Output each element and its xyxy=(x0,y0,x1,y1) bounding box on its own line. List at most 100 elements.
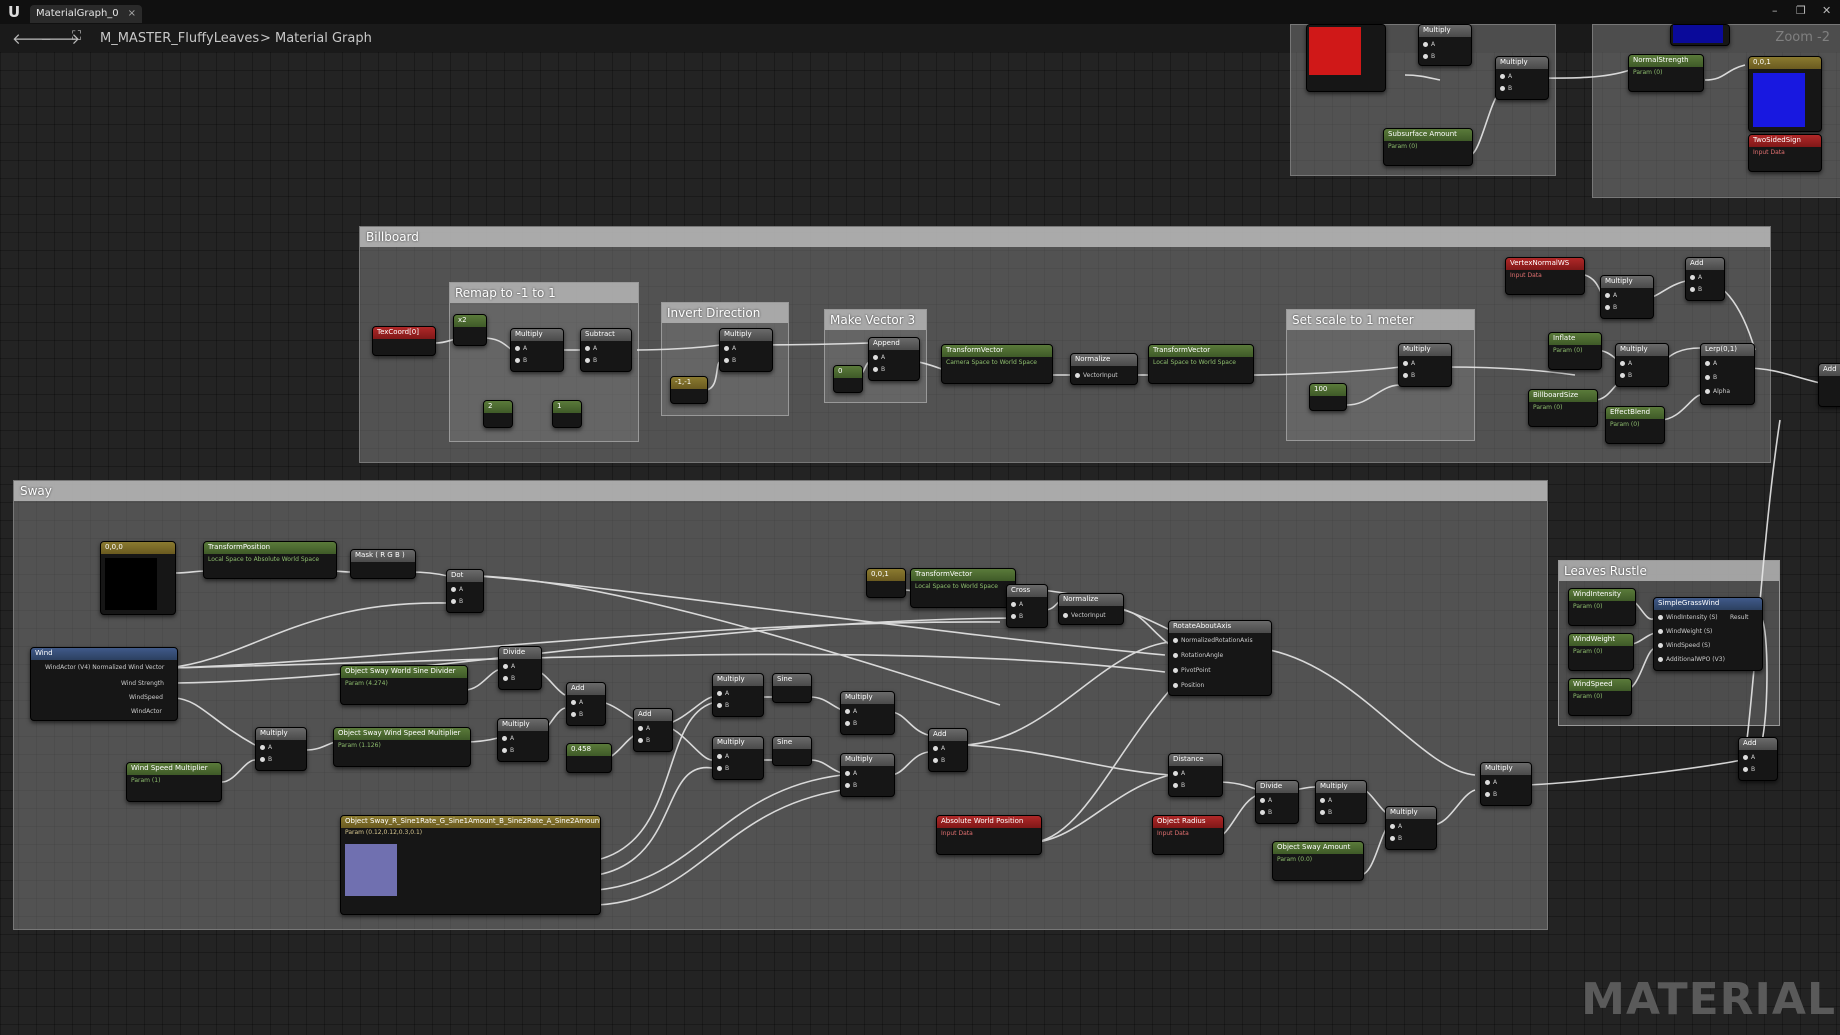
pin-a[interactable]: A xyxy=(1485,779,1497,786)
node-const-2[interactable]: 2 xyxy=(483,400,513,428)
pin-a[interactable]: A xyxy=(1173,770,1185,777)
tab-material-graph[interactable]: MaterialGraph_0 × xyxy=(30,5,142,23)
pin-b[interactable]: B xyxy=(845,720,857,727)
pin-b[interactable]: B xyxy=(515,357,527,364)
node-wind-speed[interactable]: WindSpeed Param (0) xyxy=(1568,678,1632,716)
pin-b[interactable]: B xyxy=(1605,304,1617,311)
pin-b[interactable]: B xyxy=(1011,613,1023,620)
pin-a[interactable]: A xyxy=(1690,274,1702,281)
node-const-vec001[interactable]: 0,0,1 xyxy=(866,568,906,598)
node-inflate[interactable]: Inflate Param (0) xyxy=(1548,332,1602,370)
node-multiply-s2[interactable]: Multiply A B xyxy=(712,736,764,780)
node-sway-amount[interactable]: Object Sway Amount Param (0.0) xyxy=(1272,841,1364,881)
pin-a[interactable]: A xyxy=(873,354,885,361)
pin-b[interactable]: B xyxy=(845,782,857,789)
node-texcoord[interactable]: TexCoord[0] xyxy=(372,326,436,356)
node-normalize[interactable]: Normalize VectorInput xyxy=(1070,353,1138,385)
node-rotate-about-axis[interactable]: RotateAboutAxis NormalizedRotationAxis R… xyxy=(1168,620,1272,696)
breadcrumb-asset[interactable]: M_MASTER_FluffyLeaves xyxy=(100,31,259,46)
pin-a[interactable]: A xyxy=(717,690,729,697)
node-wind[interactable]: Wind WindActor (V4) Normalized Wind Vect… xyxy=(30,647,178,721)
node-multiply-r1[interactable]: Multiply A B xyxy=(1315,780,1367,824)
pin-b[interactable]: B xyxy=(503,675,515,682)
node-const-vec001-top[interactable]: 0,0,1 xyxy=(1748,56,1822,132)
pin-alpha[interactable]: Alpha xyxy=(1705,388,1730,395)
node-cross[interactable]: Cross A B xyxy=(1006,584,1048,628)
node-subtract[interactable]: Subtract A B xyxy=(580,328,632,372)
node-const-0458[interactable]: 0.458 xyxy=(566,743,612,773)
node-append[interactable]: Append A B xyxy=(868,337,920,381)
node-simple-grass-wind[interactable]: SimpleGrassWind WindIntensity (S) Result… xyxy=(1653,597,1763,671)
pin-b[interactable]: B xyxy=(1705,374,1717,381)
pin-a[interactable]: A xyxy=(260,744,272,751)
node-sine-divider[interactable]: Object Sway World Sine Divider Param (4.… xyxy=(340,665,468,705)
node-transform-position[interactable]: TransformPosition Local Space to Absolut… xyxy=(203,541,337,579)
node-abs-world-pos[interactable]: Absolute World Position Input Data xyxy=(936,815,1042,855)
node-divide-2[interactable]: Divide A B xyxy=(1255,780,1299,824)
node-multiply-inflate[interactable]: Multiply A B xyxy=(1615,343,1669,387)
pin-a[interactable]: A xyxy=(1423,41,1435,48)
node-add-normal[interactable]: Add A B xyxy=(1685,257,1725,301)
pin-a[interactable]: A xyxy=(571,699,583,706)
pin-a[interactable]: A xyxy=(1260,797,1272,804)
pin-b[interactable]: B xyxy=(502,747,514,754)
node-multiply-speed[interactable]: Multiply A B xyxy=(497,718,549,762)
node-multiply[interactable]: Multiply A B xyxy=(510,328,564,372)
node-subsurface[interactable]: Subsurface Amount Param (0) xyxy=(1383,128,1473,166)
node-distance[interactable]: Distance A B xyxy=(1168,753,1223,797)
node-divide[interactable]: Divide A B xyxy=(498,646,542,690)
node-add-3[interactable]: Add A B xyxy=(928,728,968,772)
node-add-2[interactable]: Add A B xyxy=(633,708,673,752)
node-red-vector[interactable] xyxy=(1306,24,1386,92)
node-wind-speed-mult[interactable]: Object Sway Wind Speed Multiplier Param … xyxy=(333,727,471,767)
pin-b[interactable]: B xyxy=(638,737,650,744)
pin-a[interactable]: A xyxy=(638,725,650,732)
pin-windactor[interactable]: WindActor xyxy=(131,708,162,715)
pin-b[interactable]: B xyxy=(451,598,463,605)
pin-b[interactable]: B xyxy=(717,702,729,709)
pin-b[interactable]: B xyxy=(1423,53,1435,60)
pin-rotation-angle[interactable]: RotationAngle xyxy=(1173,652,1223,659)
node-multiply-invert[interactable]: Multiply A B xyxy=(719,328,773,372)
node-vertex-normal[interactable]: VertexNormalWS Input Data xyxy=(1505,257,1585,295)
node-effect-blend[interactable]: EffectBlend Param (0) xyxy=(1605,406,1665,444)
node-speed-multiplier[interactable]: Wind Speed Multiplier Param (1) xyxy=(126,762,222,802)
node-wind-weight[interactable]: WindWeight Param (0) xyxy=(1568,633,1634,671)
pin-rotation-axis[interactable]: NormalizedRotationAxis xyxy=(1173,637,1253,644)
pin-position[interactable]: Position xyxy=(1173,682,1204,689)
node-mask[interactable]: Mask ( R G B ) xyxy=(350,549,416,579)
node-billboard-size[interactable]: BillboardSize Param (0) xyxy=(1528,389,1598,427)
pin-b[interactable]: B xyxy=(1260,809,1272,816)
node-transform-vector-sway[interactable]: TransformVector Local Space to World Spa… xyxy=(910,568,1016,608)
minimize-button[interactable]: – xyxy=(1772,4,1778,17)
pin-a[interactable]: A xyxy=(451,586,463,593)
pin-a[interactable]: A xyxy=(1390,823,1402,830)
node-multiply-scale[interactable]: Multiply A B xyxy=(1398,343,1452,387)
pin-b[interactable]: B xyxy=(585,357,597,364)
pin-additionalwpo[interactable]: AdditionalWPO (V3) xyxy=(1658,656,1725,663)
pin-b[interactable]: B xyxy=(1390,835,1402,842)
pin-b[interactable]: B xyxy=(1620,372,1632,379)
pin-a[interactable]: A xyxy=(585,345,597,352)
node-multiply-s3[interactable]: Multiply A B xyxy=(840,691,895,735)
pin-a[interactable]: A xyxy=(1403,360,1415,367)
close-tab-icon[interactable]: × xyxy=(128,5,136,23)
node-x2[interactable]: x2 xyxy=(453,314,487,346)
pin-a[interactable]: A xyxy=(717,753,729,760)
node-lerp[interactable]: Lerp(0,1) A B Alpha xyxy=(1700,343,1755,405)
pin-windspeed[interactable]: WindSpeed xyxy=(129,694,163,701)
node-transform-vector-local[interactable]: TransformVector Local Space to World Spa… xyxy=(1148,344,1254,384)
pin-b[interactable]: B xyxy=(1485,791,1497,798)
node-const-neg1[interactable]: -1,-1 xyxy=(670,376,708,404)
node-transform-vector-cam[interactable]: TransformVector Camera Space to World Sp… xyxy=(941,344,1053,384)
pin-a[interactable]: A xyxy=(1743,754,1755,761)
pin-windactor-vec[interactable]: WindActor (V4) Normalized Wind Vector xyxy=(45,664,164,671)
pin-a[interactable]: A xyxy=(1620,360,1632,367)
node-multiply-r2[interactable]: Multiply A B xyxy=(1385,806,1437,850)
pin-vectorinput[interactable]: VectorInput xyxy=(1063,612,1106,619)
pin-b[interactable]: B xyxy=(1320,809,1332,816)
node-multiply-s1[interactable]: Multiply A B xyxy=(712,673,764,717)
pin-pivot-point[interactable]: PivotPoint xyxy=(1173,667,1211,674)
node-normal-strength[interactable]: NormalStrength Param (0) xyxy=(1628,54,1704,92)
pin-a[interactable]: A xyxy=(1320,797,1332,804)
